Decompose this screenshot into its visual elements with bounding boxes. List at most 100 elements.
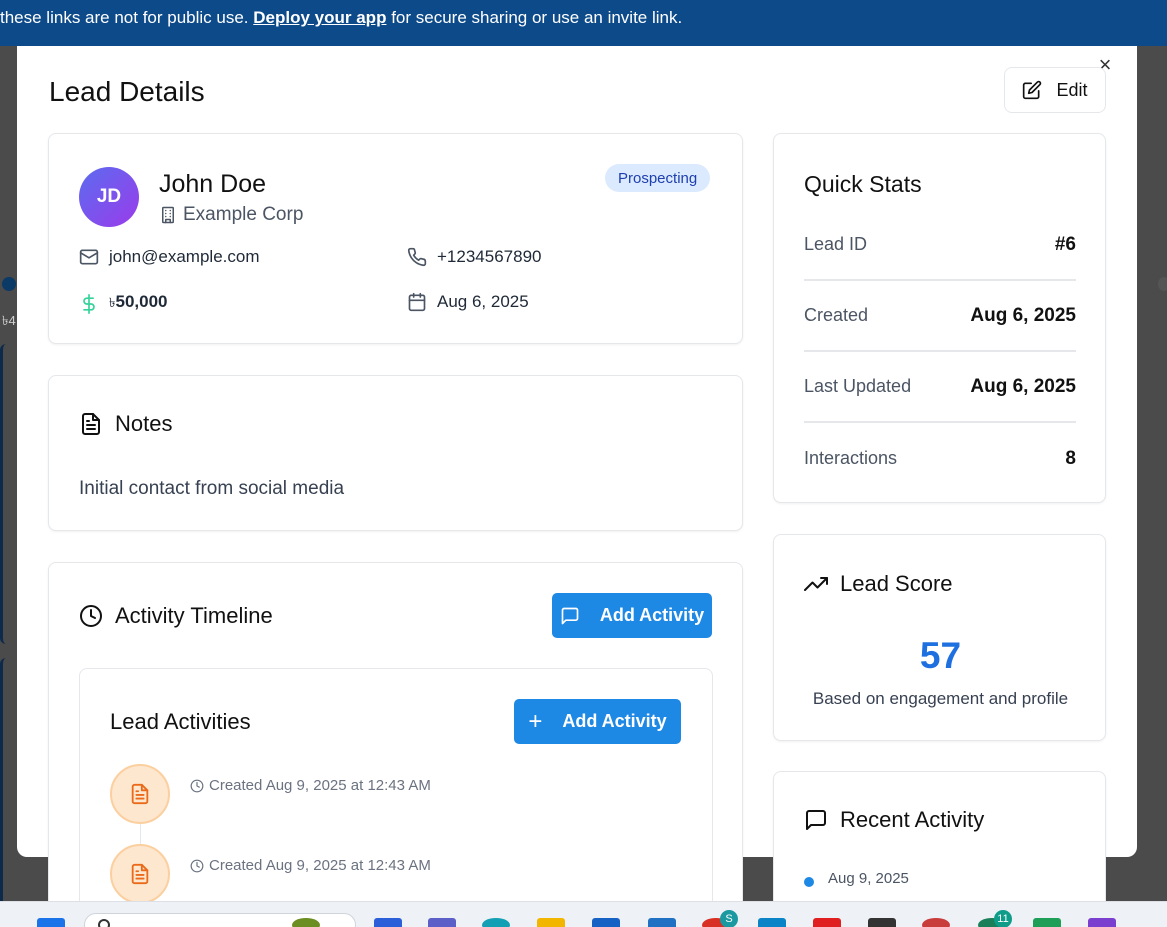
taskbar-badge: 11 (994, 910, 1012, 927)
add-activity-label: Add Activity (599, 605, 705, 625)
value-row: ৳50,000 (79, 292, 167, 315)
stat-value: Aug 6, 2025 (970, 304, 1076, 326)
edit-button-label: Edit (1056, 79, 1088, 100)
lead-phone: +1234567890 (437, 247, 542, 266)
clock-icon (190, 779, 204, 792)
date-row: Aug 6, 2025 (407, 292, 529, 312)
lead-score-card: Lead Score 57 Based on engagement and pr… (773, 534, 1106, 741)
folder-icon[interactable] (537, 918, 565, 927)
activity-timestamp: Created Aug 9, 2025 at 12:43 AM (209, 777, 431, 794)
lead-score-value: 57 (919, 635, 962, 676)
stat-label: Interactions (804, 448, 898, 468)
stat-row-last-updated: Last Updated Aug 6, 2025 (804, 352, 1076, 423)
timeline-title: Activity Timeline (115, 603, 273, 628)
quick-stats-card: Quick Stats Lead ID #6 Created Aug 6, 20… (773, 133, 1106, 503)
notes-card: Notes Initial contact from social media (48, 375, 743, 531)
message-icon (561, 607, 579, 624)
lead-contact-card: JD John Doe Example Corp Prospecting joh… (48, 133, 743, 344)
background-card-edge (0, 344, 12, 644)
stat-value: Aug 6, 2025 (970, 375, 1076, 397)
lead-score-subtitle: Based on engagement and profile (812, 689, 1069, 708)
stat-row-created: Created Aug 6, 2025 (804, 281, 1076, 352)
add-activity-button[interactable]: Add Activity (552, 593, 712, 638)
dollar-icon (83, 293, 95, 314)
youtube-icon[interactable] (813, 918, 841, 927)
os-taskbar (0, 901, 1167, 927)
windows-start-icon[interactable] (37, 918, 65, 927)
bullet-dot (804, 876, 814, 887)
note-icon (131, 863, 149, 885)
message-icon (806, 810, 826, 830)
edit-button[interactable]: Edit (1004, 67, 1106, 113)
notes-title: Notes (115, 411, 173, 436)
lead-value-amount: 50,000 (115, 292, 168, 311)
trending-up-icon (804, 577, 828, 591)
lead-name: John Doe (159, 170, 267, 198)
app-icon[interactable] (374, 918, 402, 927)
status-badge: Prospecting (605, 164, 711, 192)
sheets-icon[interactable] (1033, 918, 1061, 927)
activity-timeline-card: Activity Timeline Add Activity Lead Acti… (48, 562, 743, 927)
background-amount: ৳4 (2, 313, 16, 328)
notes-heading: Notes (79, 411, 172, 437)
recent-activity-heading: Recent Activity (804, 807, 984, 833)
timeline-connector (140, 824, 141, 846)
sharing-banner: these links are not for public use. Depl… (0, 0, 1167, 46)
clock-icon (80, 605, 102, 627)
background-dot (1158, 277, 1167, 291)
lead-date: Aug 6, 2025 (437, 292, 529, 311)
edit-icon (1023, 80, 1042, 100)
activity-timestamp: Created Aug 9, 2025 at 12:43 AM (209, 857, 431, 874)
company-name: Example Corp (183, 204, 304, 225)
background-card-edge (0, 658, 12, 927)
add-activity-label: Add Activity (562, 711, 667, 731)
lead-activities-title: Lead Activities (110, 709, 251, 734)
calendar-icon (408, 292, 426, 312)
lead-company: Example Corp (159, 204, 303, 226)
profile-app-icon[interactable] (922, 918, 950, 927)
edge-icon[interactable] (482, 918, 510, 927)
plus-icon: + (528, 707, 543, 735)
app-icon[interactable] (758, 918, 786, 927)
stat-label: Lead ID (804, 234, 868, 254)
stat-row-interactions: Interactions 8 (804, 423, 1076, 494)
activity-meta: Created Aug 9, 2025 at 12:43 AM (190, 857, 431, 874)
widgets-icon[interactable] (292, 918, 320, 927)
add-activity-button-secondary[interactable]: + Add Activity (514, 699, 681, 744)
email-row: john@example.com (79, 247, 260, 267)
activity-note-icon (110, 764, 170, 824)
stat-value: #6 (1054, 233, 1076, 255)
banner-text-before: these links are not for public use. (0, 8, 249, 27)
recent-activity-date: Aug 9, 2025 (828, 870, 909, 887)
banner-text-after: for secure sharing or use an invite link… (391, 8, 683, 27)
activity-meta: Created Aug 9, 2025 at 12:43 AM (190, 777, 431, 794)
background-dot (2, 277, 16, 291)
activity-note-icon (110, 844, 170, 904)
stat-label: Last Updated (804, 376, 912, 396)
store-icon[interactable] (592, 918, 620, 927)
clock-icon (190, 859, 204, 872)
mail-app-icon[interactable] (648, 918, 676, 927)
lead-email: john@example.com (109, 247, 260, 266)
stat-row-lead-id: Lead ID #6 (804, 210, 1076, 281)
stat-value: 8 (1065, 447, 1076, 469)
avatar: JD (79, 167, 139, 227)
phone-row: +1234567890 (407, 247, 541, 267)
ide-icon[interactable] (1088, 918, 1116, 927)
timeline-heading: Activity Timeline (79, 603, 273, 629)
mail-icon (79, 249, 99, 265)
notes-text: Initial contact from social media (79, 478, 345, 499)
document-icon (82, 413, 100, 435)
recent-activity-title: Recent Activity (840, 807, 985, 832)
lead-activities-panel: Lead Activities + Add Activity Created A… (79, 668, 713, 927)
modal-title: Lead Details (49, 76, 205, 107)
terminal-icon[interactable] (868, 918, 896, 927)
lead-score-heading: Lead Score (804, 571, 953, 597)
search-icon (98, 919, 110, 927)
stat-label: Created (804, 305, 869, 325)
deploy-app-link[interactable]: Deploy your app (253, 8, 386, 27)
building-icon (162, 206, 174, 224)
teams-icon[interactable] (428, 918, 456, 927)
lead-score-title: Lead Score (840, 571, 953, 596)
phone-icon (407, 247, 427, 267)
